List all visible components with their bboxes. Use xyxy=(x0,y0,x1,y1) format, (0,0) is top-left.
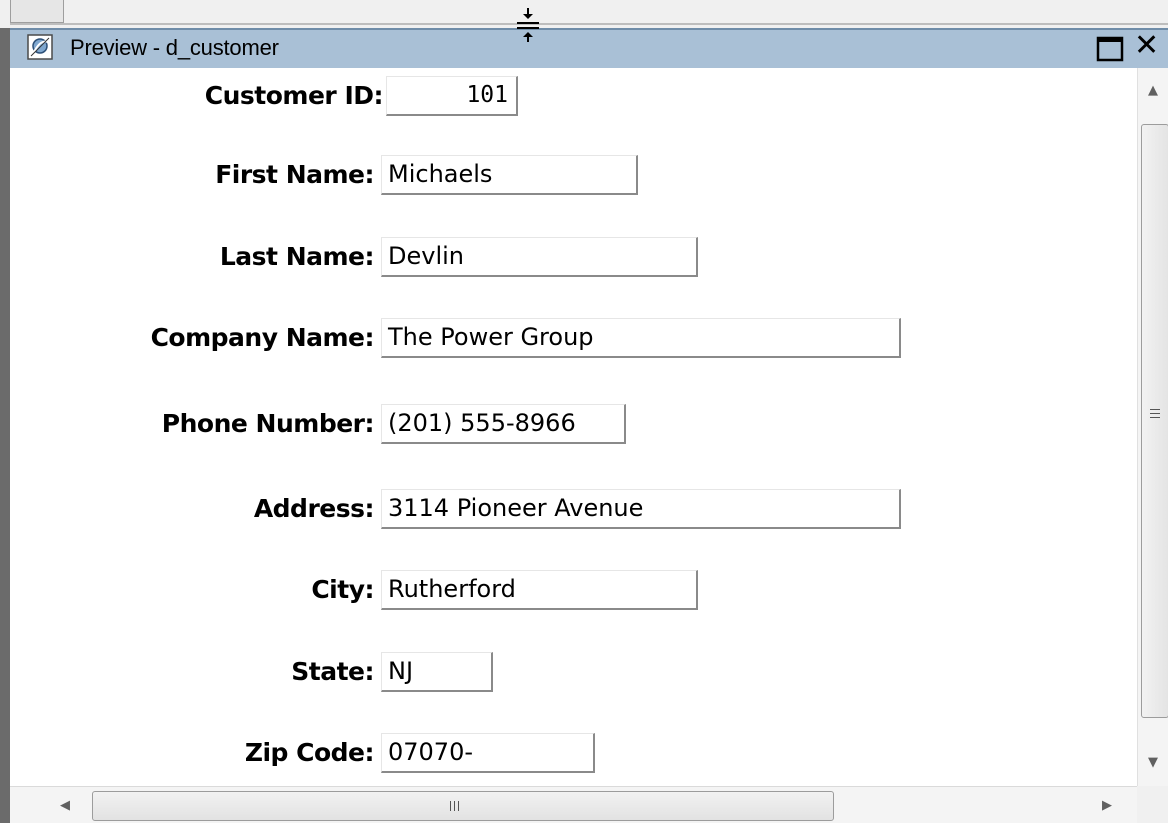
designer-pane-strip xyxy=(0,0,1168,28)
label-company-name: Company Name: xyxy=(150,323,375,352)
field-state[interactable]: NJ xyxy=(381,652,493,692)
preview-title-bar[interactable]: Preview - d_customer ✕ xyxy=(10,28,1168,68)
vertical-scrollbar[interactable]: ▲ ▼ xyxy=(1137,68,1168,786)
field-phone-number[interactable]: (201) 555-8966 xyxy=(381,404,626,444)
window-left-edge xyxy=(0,28,10,823)
label-address: Address: xyxy=(253,494,375,523)
label-customer-id: Customer ID: xyxy=(204,81,384,110)
field-customer-id[interactable]: 101 xyxy=(386,76,518,116)
scroll-right-arrow-icon[interactable]: ▶ xyxy=(1102,799,1112,812)
field-last-name[interactable]: Devlin xyxy=(381,237,698,277)
label-state: State: xyxy=(291,657,374,686)
grip-line xyxy=(454,801,455,811)
label-first-name: First Name: xyxy=(215,160,374,189)
grip-line xyxy=(450,801,451,811)
label-last-name: Last Name: xyxy=(219,242,375,271)
split-pane-icon[interactable] xyxy=(506,6,550,46)
field-first-name[interactable]: Michaels xyxy=(381,155,638,195)
horizontal-scroll-thumb[interactable] xyxy=(92,791,834,821)
field-zip-code[interactable]: 07070- xyxy=(381,733,595,773)
pane-divider xyxy=(10,23,1168,25)
label-zip-code: Zip Code: xyxy=(244,738,375,767)
label-phone-number: Phone Number: xyxy=(161,409,375,438)
maximize-icon[interactable] xyxy=(1094,34,1128,64)
preview-window-icon xyxy=(27,34,53,60)
scroll-down-arrow-icon[interactable]: ▼ xyxy=(1148,756,1158,769)
designer-pane-tab xyxy=(10,0,64,23)
field-company-name[interactable]: The Power Group xyxy=(381,318,901,358)
grip-line xyxy=(1150,409,1160,410)
label-city: City: xyxy=(311,575,374,604)
scrollbar-corner xyxy=(1137,786,1168,823)
grip-line xyxy=(1150,417,1160,418)
grip-line xyxy=(458,801,459,811)
scroll-up-arrow-icon[interactable]: ▲ xyxy=(1148,84,1158,97)
window-title: Preview - d_customer xyxy=(70,35,279,60)
scroll-left-arrow-icon[interactable]: ◀ xyxy=(60,799,70,812)
close-icon[interactable]: ✕ xyxy=(1134,31,1159,61)
vertical-scroll-thumb[interactable] xyxy=(1141,124,1168,718)
field-city[interactable]: Rutherford xyxy=(381,570,698,610)
datawindow-preview: Customer ID: 101 First Name: Michaels La… xyxy=(10,68,1137,786)
field-address[interactable]: 3114 Pioneer Avenue xyxy=(381,489,901,529)
horizontal-scrollbar[interactable]: ◀ ▶ xyxy=(10,786,1137,823)
grip-line xyxy=(1150,413,1160,414)
